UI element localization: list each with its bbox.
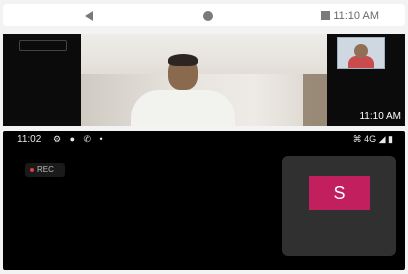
home-icon[interactable] <box>203 11 213 21</box>
recents-icon[interactable] <box>321 11 330 20</box>
video-rec-indicator <box>19 40 67 51</box>
video-doorway <box>303 74 327 126</box>
back-icon[interactable] <box>85 11 93 21</box>
self-view-pip[interactable] <box>337 37 385 69</box>
status-notification-icons: ⚙ ● ✆ • <box>53 134 106 144</box>
participant-hair <box>168 54 198 66</box>
rec-label: REC <box>37 165 54 174</box>
nav-time: 11:10 AM <box>333 10 379 22</box>
status-signal-icons: ⌘ 4G ◢ ▮ <box>352 134 393 144</box>
phone-nav-bar: 11:10 AM <box>3 4 405 26</box>
rec-dot-icon <box>30 167 34 172</box>
status-time: 11:02 <box>17 134 42 145</box>
participant-avatar: S <box>309 176 370 210</box>
video-wall <box>81 34 327 74</box>
rec-button[interactable]: REC <box>25 163 65 177</box>
video-overlay-time: 11:10 AM <box>359 111 401 122</box>
pip-person-head <box>354 44 368 58</box>
participant-tile[interactable]: S <box>282 156 396 256</box>
video-call-view: 11:10 AM <box>3 34 405 126</box>
screenshot-frame: 11:10 AM 11:10 AM 11:02 ⚙ ● ✆ • ⌘ 4G ◢ ▮… <box>0 0 408 274</box>
participant-body <box>131 90 235 126</box>
phone-screen: 11:02 ⚙ ● ✆ • ⌘ 4G ◢ ▮ REC S <box>3 131 405 270</box>
